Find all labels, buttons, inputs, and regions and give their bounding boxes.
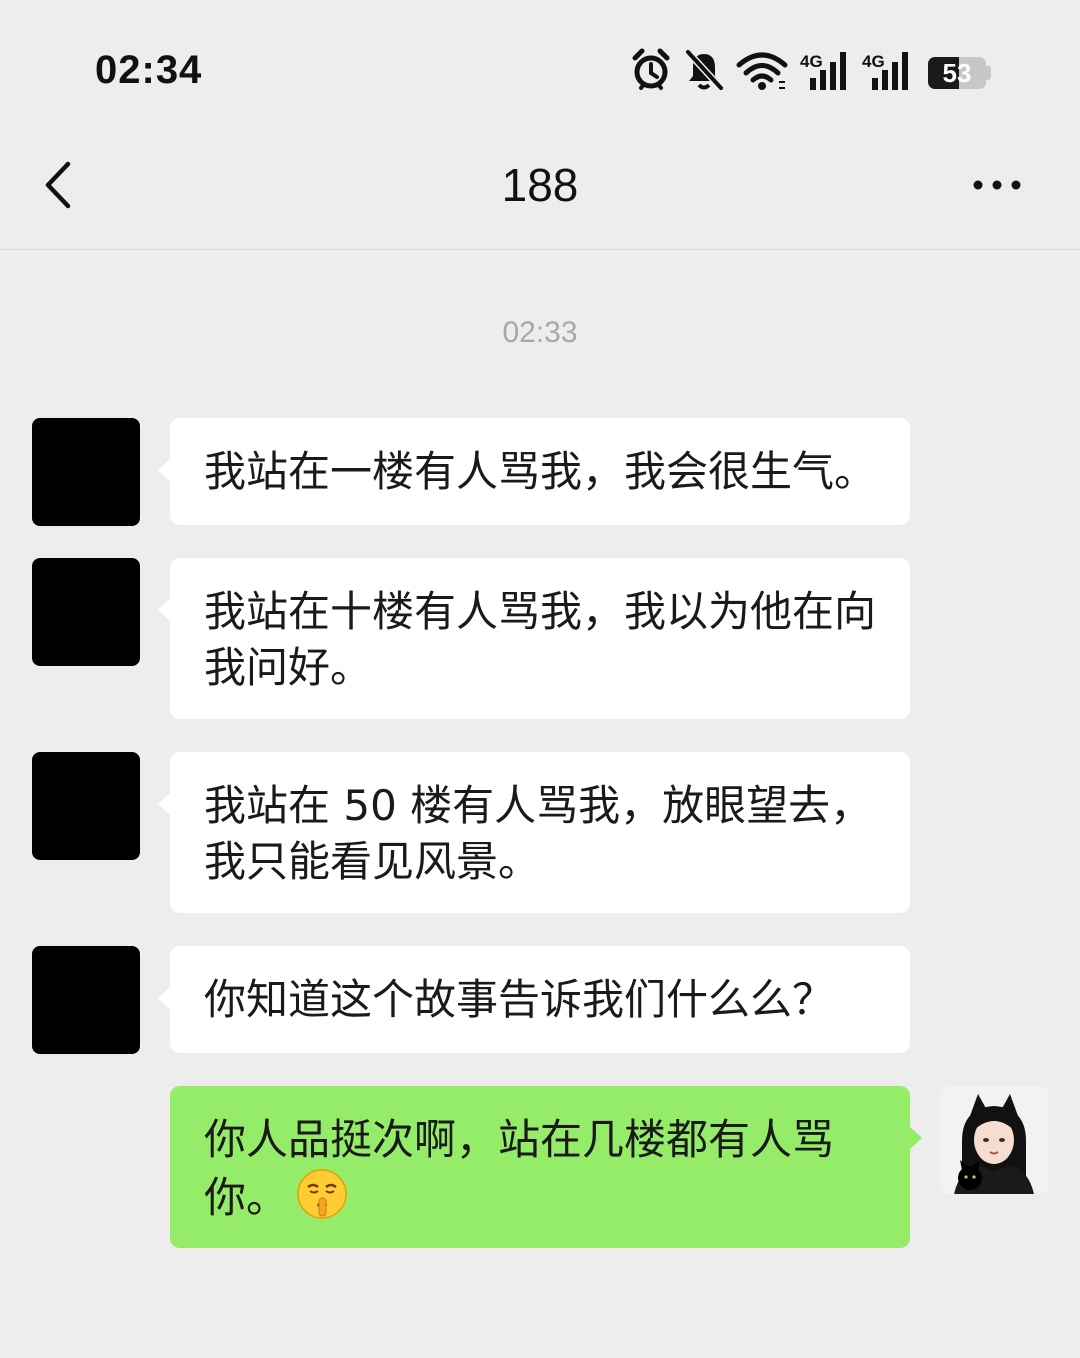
alarm-icon <box>632 48 670 90</box>
battery-tip <box>986 66 991 80</box>
contact-avatar[interactable] <box>32 418 140 526</box>
battery-percent: 53 <box>942 58 972 88</box>
wifi-icon <box>736 52 788 90</box>
more-icon[interactable] <box>970 170 1030 200</box>
message-bubble[interactable]: 我站在一楼有人骂我，我会很生气。 <box>158 418 910 525</box>
contact-avatar[interactable] <box>32 752 140 860</box>
user-avatar-image <box>940 1086 1048 1194</box>
mute-bell-icon <box>685 49 724 91</box>
message-text: 我站在一楼有人骂我，我会很生气。 <box>204 447 877 496</box>
signal-icon <box>872 52 908 90</box>
message-bubble[interactable]: 我站在十楼有人骂我，我以为他在向我问好。 <box>158 558 910 719</box>
message-bubble-outgoing[interactable]: 你人品挺次啊，站在几楼都有人骂你。 <box>170 1086 922 1248</box>
chat-screen: 02:34 4G 4G 53 188 02:33 我站在一楼有人骂我，我会很生气… <box>0 0 1080 1358</box>
nav-bar: 188 <box>0 120 1080 250</box>
status-icons: 4G 4G 53 <box>632 48 1002 98</box>
chat-title: 188 <box>501 159 579 211</box>
message-bubble[interactable]: 我站在 50 楼有人骂我，放眼望去，我只能看见风景。 <box>158 752 910 913</box>
contact-avatar[interactable] <box>32 946 140 1054</box>
status-time: 02:34 <box>95 48 203 92</box>
battery-icon: 53 <box>928 57 986 89</box>
shushing-face-emoji <box>297 1169 347 1219</box>
message-text: 我站在十楼有人骂我，我以为他在向我问好。 <box>204 587 877 692</box>
status-bar: 02:34 4G 4G 53 <box>0 0 1080 120</box>
message-text: 我站在 50 楼有人骂我，放眼望去，我只能看见风景。 <box>204 781 873 886</box>
message-text: 你知道这个故事告诉我们什么么？ <box>204 975 835 1024</box>
message-bubble[interactable]: 你知道这个故事告诉我们什么么？ <box>158 946 910 1053</box>
user-avatar[interactable] <box>940 1086 1048 1194</box>
contact-avatar[interactable] <box>32 558 140 666</box>
signal-icon <box>810 52 846 90</box>
message-timestamp: 02:33 <box>502 316 578 349</box>
